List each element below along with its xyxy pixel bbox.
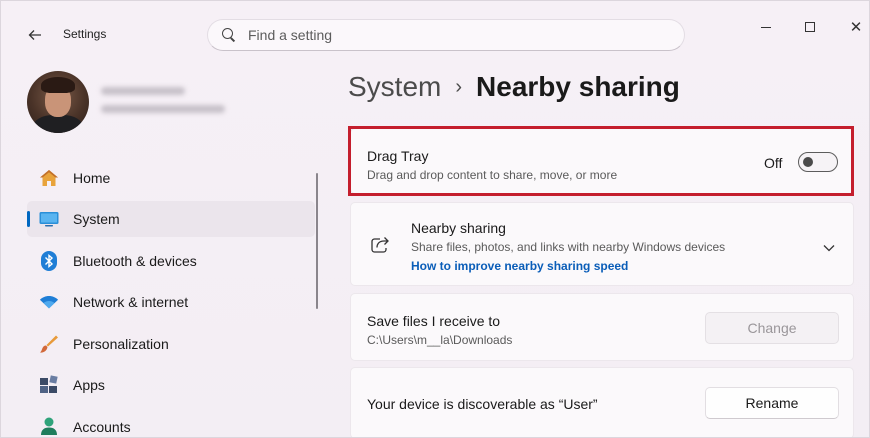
maximize-icon [805,22,815,32]
back-button[interactable] [23,23,47,47]
brush-icon [39,334,59,354]
sidebar-item-label: Accounts [73,419,131,435]
save-files-card: Save files I receive to C:\Users\m__la\D… [350,293,854,361]
sidebar-item-label: Apps [73,377,105,393]
sidebar-item-personalization[interactable]: Personalization [27,326,315,362]
back-arrow-icon [28,30,41,40]
highlight-box [348,126,854,196]
bluetooth-icon [39,251,59,271]
account-email-redacted [101,105,225,113]
minimize-button[interactable] [751,15,781,39]
discoverable-title: Your device is discoverable as “User” [367,396,598,412]
save-files-path: C:\Users\m__la\Downloads [367,333,513,347]
discoverable-card: Your device is discoverable as “User” Re… [350,367,854,437]
sidebar-item-accounts[interactable]: Accounts [27,409,315,437]
sidebar-item-label: System [73,211,120,227]
account-name-redacted [101,87,185,95]
system-icon [39,209,59,229]
sidebar-item-label: Home [73,170,111,186]
title-bar: Settings ✕ [1,1,869,61]
rename-button[interactable]: Rename [705,387,839,419]
close-icon: ✕ [849,18,863,36]
search-icon [222,28,236,42]
sidebar-scrollbar[interactable] [316,173,318,309]
home-icon [39,168,59,188]
maximize-button[interactable] [795,15,825,39]
settings-window: Settings ✕ Home [0,0,870,438]
chevron-down-icon[interactable] [823,239,835,257]
person-icon [39,417,59,437]
avatar[interactable] [27,71,89,133]
search-input[interactable] [248,27,668,43]
sidebar-item-label: Network & internet [73,294,189,310]
save-files-title: Save files I receive to [367,313,501,329]
sidebar-item-label: Personalization [73,336,169,352]
sidebar-item-apps[interactable]: Apps [27,367,315,403]
nearby-sharing-subtitle: Share files, photos, and links with near… [411,240,726,254]
page-title: Nearby sharing [476,71,680,102]
sidebar-item-label: Bluetooth & devices [73,253,197,269]
minimize-icon [761,26,771,28]
close-button[interactable]: ✕ [841,15,869,39]
wifi-icon [39,292,59,312]
improve-speed-link[interactable]: How to improve nearby sharing speed [411,259,628,273]
sidebar-item-bluetooth[interactable]: Bluetooth & devices [27,243,315,279]
change-button[interactable]: Change [705,312,839,344]
search-box[interactable] [207,19,685,51]
apps-icon [39,375,59,395]
nearby-sharing-card[interactable]: Nearby sharing Share files, photos, and … [350,202,854,286]
sidebar-item-system[interactable]: System [27,201,315,237]
sidebar-item-home[interactable]: Home [27,160,315,196]
app-title: Settings [63,27,107,41]
share-icon [371,235,391,258]
breadcrumb: System › Nearby sharing [348,71,680,103]
sidebar-item-network[interactable]: Network & internet [27,284,315,320]
selection-indicator [27,211,30,227]
breadcrumb-parent[interactable]: System [348,71,441,103]
chevron-right-icon: › [455,75,463,98]
nearby-sharing-title: Nearby sharing [411,220,506,236]
